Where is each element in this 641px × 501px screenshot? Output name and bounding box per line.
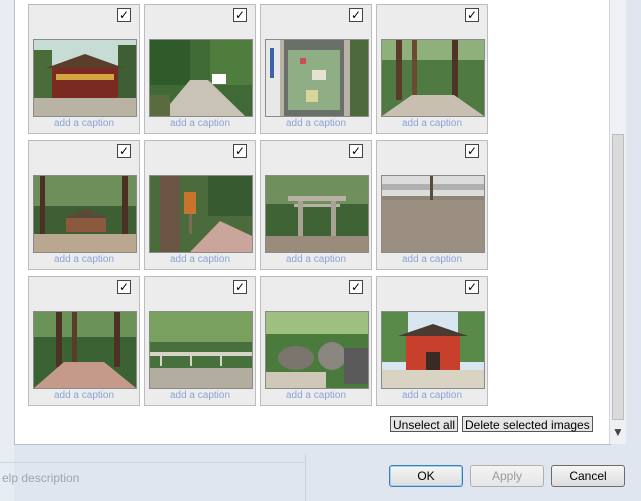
caption-link[interactable]: add a caption <box>145 118 255 129</box>
delete-selected-images-button[interactable]: Delete selected images <box>462 416 593 432</box>
caption-link[interactable]: add a caption <box>261 118 371 129</box>
photo-map-sign[interactable] <box>265 39 369 117</box>
select-checkbox[interactable]: ✓ <box>349 8 363 22</box>
scroll-down-arrow-icon[interactable]: ▼ <box>610 424 626 440</box>
caption-link[interactable]: add a caption <box>261 254 371 265</box>
help-description-area: elp description <box>0 462 305 497</box>
thumbnail-card[interactable]: ✓ add a caption <box>260 140 372 270</box>
photo-shrine-building[interactable] <box>33 39 137 117</box>
caption-link[interactable]: add a caption <box>377 118 487 129</box>
thumbnail-card[interactable]: ✓ add a caption <box>28 4 140 134</box>
image-gallery-panel: ✓ add a caption ✓ add a caption ✓ add a … <box>14 0 611 445</box>
select-checkbox[interactable]: ✓ <box>465 144 479 158</box>
thumbnail-card[interactable]: ✓ add a caption <box>260 4 372 134</box>
caption-link[interactable]: add a caption <box>377 254 487 265</box>
ok-button[interactable]: OK <box>389 465 463 487</box>
vertical-scrollbar[interactable]: ▼ <box>609 0 626 444</box>
photo-tall-trees-path[interactable] <box>381 39 485 117</box>
photo-rock-garden[interactable] <box>265 311 369 389</box>
photo-forest-path[interactable] <box>149 39 253 117</box>
select-checkbox[interactable]: ✓ <box>233 8 247 22</box>
select-checkbox[interactable]: ✓ <box>465 280 479 294</box>
caption-link[interactable]: add a caption <box>261 390 371 401</box>
caption-link[interactable]: add a caption <box>29 390 139 401</box>
apply-button[interactable]: Apply <box>470 465 544 487</box>
select-checkbox[interactable]: ✓ <box>233 144 247 158</box>
thumbnail-card[interactable]: ✓ add a caption <box>144 140 256 270</box>
select-checkbox[interactable]: ✓ <box>117 8 131 22</box>
thumbnail-card[interactable]: ✓ add a caption <box>144 4 256 134</box>
thumbnail-card[interactable]: ✓ add a caption <box>376 4 488 134</box>
photo-torii-gate[interactable] <box>265 175 369 253</box>
thumbnail-card[interactable]: ✓ add a caption <box>28 140 140 270</box>
thumbnail-card[interactable]: ✓ add a caption <box>260 276 372 406</box>
photo-cedar-forest[interactable] <box>33 311 137 389</box>
select-checkbox[interactable]: ✓ <box>465 8 479 22</box>
select-checkbox[interactable]: ✓ <box>117 280 131 294</box>
thumbnail-card[interactable]: ✓ add a caption <box>28 276 140 406</box>
background-left-edge <box>0 0 14 501</box>
select-checkbox[interactable]: ✓ <box>233 280 247 294</box>
thumbnail-card[interactable]: ✓ add a caption <box>376 276 488 406</box>
photo-fence-ground[interactable] <box>381 175 485 253</box>
photo-fenced-garden[interactable] <box>149 311 253 389</box>
scrollbar-thumb[interactable] <box>612 134 624 420</box>
caption-link[interactable]: add a caption <box>145 254 255 265</box>
caption-link[interactable]: add a caption <box>29 254 139 265</box>
thumbnail-grid: ✓ add a caption ✓ add a caption ✓ add a … <box>28 4 518 412</box>
footer-divider <box>305 455 306 501</box>
select-checkbox[interactable]: ✓ <box>117 144 131 158</box>
photo-tree-trunk-sign[interactable] <box>149 175 253 253</box>
unselect-all-button[interactable]: Unselect all <box>390 416 459 432</box>
photo-forest-hall[interactable] <box>33 175 137 253</box>
caption-link[interactable]: add a caption <box>145 390 255 401</box>
cancel-button[interactable]: Cancel <box>551 465 625 487</box>
photo-red-gate[interactable] <box>381 311 485 389</box>
caption-link[interactable]: add a caption <box>377 390 487 401</box>
thumbnail-card[interactable]: ✓ add a caption <box>376 140 488 270</box>
thumbnail-card[interactable]: ✓ add a caption <box>144 276 256 406</box>
select-checkbox[interactable]: ✓ <box>349 144 363 158</box>
help-description-text: elp description <box>2 471 80 485</box>
select-checkbox[interactable]: ✓ <box>349 280 363 294</box>
caption-link[interactable]: add a caption <box>29 118 139 129</box>
